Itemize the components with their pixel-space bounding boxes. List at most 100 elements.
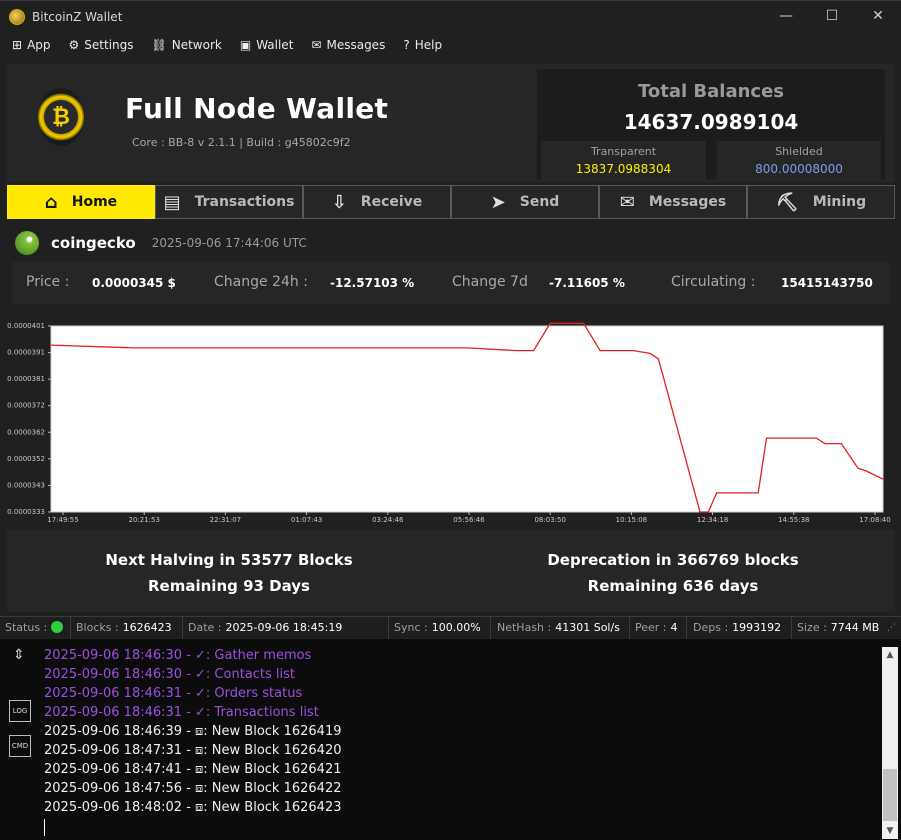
scroll-down-icon[interactable]: ▼ (882, 823, 898, 839)
menu-settings-label: Settings (84, 38, 134, 52)
balances-panel: Total Balances 14637.0989104 Transparent… (537, 69, 885, 179)
deps-status: Deps :1993192 (693, 621, 781, 634)
coingecko-logo-icon (15, 231, 39, 255)
circulating-value: 15415143750 (781, 276, 873, 290)
tab-send-label: Send (519, 194, 560, 210)
log-line: 2025-09-06 18:46:31 - ✓: Orders status (44, 686, 303, 701)
tab-messages[interactable]: ✉ Messages (599, 185, 747, 219)
y-tick-label: 0.0000401 (7, 322, 45, 330)
divider (490, 617, 491, 639)
minimize-button[interactable]: — (763, 1, 809, 31)
x-tick-label: 17:08:40 (859, 516, 890, 524)
log-side-icons: ⇕ LOG CMD (0, 639, 38, 840)
log-scrollbar[interactable]: ▲ ▼ (882, 647, 898, 839)
next-halving: Next Halving in 53577 Blocks (105, 551, 353, 569)
tab-receive[interactable]: ⇩ Receive (303, 185, 451, 219)
x-tick-label: 05:56:46 (453, 516, 485, 524)
wallet-header: ₿ Full Node Wallet Core : BB-8 v 2.1.1 |… (7, 64, 895, 182)
price-chart-svg: 0.0000401 0.0000391 0.0000381 0.0000372 0.00… (7, 322, 891, 524)
log-icon[interactable]: LOG (9, 700, 31, 722)
bitcoinz-app-icon (9, 8, 25, 25)
menu-bar: ⊞ App ⚙ Settings ⛓ Network ▣ Wallet ✉ Message… (0, 32, 901, 58)
deps-value: 1993192 (732, 621, 782, 634)
pickaxe-icon: ⛏ (775, 191, 799, 213)
shielded-box: Shielded 800.00008000 (717, 141, 881, 179)
y-tick-label: 0.0000343 (7, 481, 45, 489)
date-status: Date :2025-09-06 18:45:19 (188, 621, 342, 634)
transparent-box: Transparent 13837.0988304 (541, 141, 706, 179)
peer-label: Peer : (635, 621, 667, 634)
log-line: 2025-09-06 18:46:30 - ✓: Gather memos (44, 648, 312, 663)
envelope-icon: ✉ (619, 191, 635, 213)
cmd-icon[interactable]: CMD (9, 735, 31, 757)
menu-network[interactable]: ⛓ Network (152, 38, 222, 52)
home-icon: ⌂ (44, 191, 58, 213)
divider (388, 617, 389, 639)
tab-home[interactable]: ⌂ Home (7, 185, 155, 219)
menu-wallet-label: Wallet (256, 38, 294, 52)
maximize-button[interactable]: ☐ (809, 1, 855, 31)
scroll-up-icon[interactable]: ▲ (882, 647, 898, 663)
tab-transactions-label: Transactions (194, 194, 295, 210)
status-bar: Status : Blocks :1626423 Date :2025-09-0… (0, 616, 901, 639)
size-value: 7744 MB (830, 621, 880, 634)
nethash-status: NetHash :41301 Sol/s (497, 621, 620, 634)
nethash-label: NetHash : (497, 621, 552, 634)
change7-value: -7.11605 % (549, 276, 625, 290)
price-value: 0.0000345 $ (92, 276, 176, 290)
text-cursor[interactable] (44, 819, 45, 836)
x-tick-label: 14:55:38 (778, 516, 809, 524)
menu-help[interactable]: ? Help (403, 38, 442, 52)
peer-status: Peer :4 (635, 621, 678, 634)
bitcoinz-logo-icon: ₿ (38, 88, 84, 146)
paper-plane-icon: ➤ (490, 191, 506, 213)
total-balance: 14637.0989104 (623, 110, 799, 134)
x-tick-label: 22:31:07 (210, 516, 241, 524)
divider (629, 617, 630, 639)
scroll-thumb[interactable] (883, 769, 897, 821)
wallet-icon: ▣ (239, 38, 252, 52)
main-tabs: ⌂ Home ▤ Transactions ⇩ Receive ➤ Send ✉ Mess… (7, 185, 895, 219)
date-label: Date : (188, 621, 222, 634)
help-icon: ? (403, 38, 410, 52)
status-dot-icon (51, 621, 64, 633)
tab-messages-label: Messages (648, 194, 727, 210)
sync-value: 100.00% (431, 621, 481, 634)
close-button[interactable]: ✕ (855, 1, 901, 31)
menu-app[interactable]: ⊞ App (12, 38, 51, 52)
change24-label: Change 24h : (214, 274, 308, 290)
menu-app-label: App (27, 38, 51, 52)
tab-transactions[interactable]: ▤ Transactions (155, 185, 303, 219)
resize-arrows-icon[interactable]: ⇕ (13, 647, 25, 663)
deprecation-remaining: Remaining 636 days (587, 577, 759, 595)
log-panel: ⇕ LOG CMD 2025-09-06 18:46:30 - ✓: Gathe… (0, 639, 901, 840)
halving-panel: Next Halving in 53577 Blocks Remaining 9… (7, 530, 895, 612)
log-lines: 2025-09-06 18:46:30 - ✓: Gather memos 20… (44, 648, 874, 819)
nethash-value: 41301 Sol/s (555, 621, 620, 634)
y-tick-label: 0.0000381 (7, 375, 45, 383)
log-line: 2025-09-06 18:47:41 - ⧈: New Block 16264… (44, 762, 342, 777)
menu-messages[interactable]: ✉ Messages (311, 38, 385, 52)
log-line: 2025-09-06 18:46:30 - ✓: Contacts list (44, 667, 296, 682)
coingecko-header: coingecko 2025-09-06 17:44:06 UTC (15, 229, 307, 257)
x-tick-label: 08:03:50 (534, 516, 565, 524)
x-tick-label: 12:34:18 (697, 516, 728, 524)
divider (686, 617, 687, 639)
change7-label: Change 7d (452, 274, 528, 290)
tab-receive-label: Receive (360, 194, 423, 210)
y-tick-label: 0.0000391 (7, 349, 45, 357)
settings-icon: ⚙ (68, 38, 80, 52)
transparent-label: Transparent (590, 145, 657, 158)
y-tick-label: 0.0000372 (7, 402, 45, 410)
tab-home-label: Home (71, 194, 118, 210)
halving-remaining: Remaining 93 Days (148, 577, 310, 595)
coingecko-name: coingecko (51, 234, 136, 252)
menu-settings[interactable]: ⚙ Settings (69, 38, 134, 52)
resize-grip-icon[interactable]: ⋰ (887, 623, 896, 633)
blocks-status: Blocks :1626423 (76, 621, 172, 634)
menu-messages-label: Messages (326, 38, 386, 52)
windows-icon: ⊞ (12, 38, 23, 52)
tab-mining[interactable]: ⛏ Mining (747, 185, 895, 219)
tab-send[interactable]: ➤ Send (451, 185, 599, 219)
menu-wallet[interactable]: ▣ Wallet (240, 38, 294, 52)
